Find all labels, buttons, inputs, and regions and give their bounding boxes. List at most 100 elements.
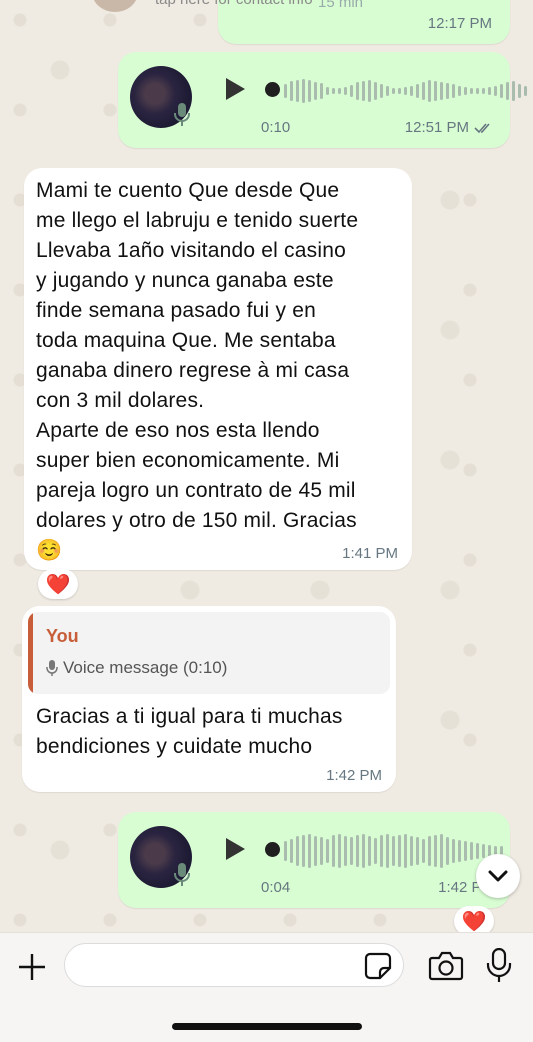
- message-time-status: 12:51 PM: [405, 119, 494, 136]
- waveform-bar: [464, 841, 467, 861]
- waveform-bar: [398, 835, 401, 867]
- waveform-bar: [482, 844, 485, 858]
- waveform-bar: [470, 842, 473, 860]
- message-time: 1:41 PM: [342, 545, 398, 562]
- waveform-bar: [446, 83, 449, 99]
- waveform-bar: [362, 834, 365, 868]
- waveform-bar: [374, 838, 377, 864]
- sticker-icon[interactable]: [364, 952, 392, 980]
- voice-message-bubble[interactable]: 0:04 1:42 PM: [118, 812, 510, 908]
- voice-waveform[interactable]: [284, 70, 527, 112]
- waveform-bar: [296, 836, 299, 866]
- message-composer: [0, 932, 533, 1042]
- waveform-bar: [296, 80, 299, 102]
- microphone-icon: [174, 103, 190, 126]
- incoming-reply-bubble[interactable]: You Voice message (0:10) Gracias a ti ig…: [22, 606, 396, 792]
- microphone-icon[interactable]: [486, 948, 512, 984]
- waveform-bar: [404, 87, 407, 95]
- waveform-bar: [284, 84, 287, 98]
- waveform-bar: [470, 88, 473, 94]
- heart-reaction[interactable]: ❤️: [38, 569, 78, 599]
- waveform-bar: [356, 835, 359, 867]
- waveform-bar: [458, 840, 461, 862]
- waveform-bar: [332, 835, 335, 867]
- waveform-bar: [356, 82, 359, 100]
- plus-icon[interactable]: [16, 951, 48, 983]
- waveform-bar: [500, 84, 503, 98]
- waveform-bar: [416, 837, 419, 865]
- playback-position-dot[interactable]: [265, 842, 280, 857]
- waveform-bar: [344, 87, 347, 95]
- chevron-down-icon: [488, 870, 508, 882]
- waveform-bar: [458, 86, 461, 96]
- waveform-bar: [434, 835, 437, 867]
- waveform-bar: [326, 87, 329, 95]
- waveform-bar: [290, 839, 293, 863]
- voice-message-bubble[interactable]: 0:10 12:51 PM: [118, 52, 527, 148]
- message-time: 12:17 PM: [427, 15, 492, 32]
- camera-icon[interactable]: [428, 950, 464, 982]
- waveform-bar: [338, 834, 341, 868]
- waveform-bar: [416, 84, 419, 98]
- waveform-bar: [428, 80, 431, 102]
- waveform-bar: [422, 839, 425, 863]
- waveform-bar: [398, 88, 401, 94]
- incoming-message-bubble[interactable]: Mami te cuento Que desde Que me llego el…: [24, 168, 412, 570]
- waveform-bar: [422, 82, 425, 100]
- waveform-bar: [524, 86, 527, 96]
- message-time: 12:51 PM: [404, 119, 469, 136]
- waveform-bar: [284, 841, 287, 861]
- quoted-preview-text: Voice message (0:10): [63, 658, 228, 677]
- waveform-bar: [482, 88, 485, 94]
- waveform-bar: [494, 86, 497, 96]
- waveform-bar: [380, 835, 383, 867]
- message-input[interactable]: [64, 943, 404, 987]
- waveform-bar: [368, 80, 371, 102]
- voice-message-duration-partial: 15 min: [318, 0, 364, 11]
- waveform-bar: [440, 834, 443, 868]
- waveform-bar: [446, 837, 449, 865]
- message-time: 1:42 PM: [326, 767, 382, 784]
- play-icon[interactable]: [222, 836, 248, 862]
- waveform-bar: [338, 88, 341, 94]
- waveform-bar: [302, 835, 305, 867]
- waveform-bar: [320, 837, 323, 865]
- home-indicator: [172, 1023, 362, 1030]
- scroll-to-bottom-button[interactable]: [476, 854, 520, 898]
- waveform-bar: [392, 836, 395, 866]
- waveform-bar: [308, 80, 311, 102]
- waveform-bar: [326, 839, 329, 863]
- waveform-bar: [350, 837, 353, 865]
- contact-info-hint[interactable]: tap here for contact info: [155, 0, 313, 8]
- waveform-bar: [380, 84, 383, 98]
- waveform-bar: [344, 836, 347, 866]
- quoted-message[interactable]: You Voice message (0:10): [28, 612, 390, 694]
- waveform-bar: [440, 82, 443, 100]
- waveform-bar: [506, 82, 509, 100]
- waveform-bar: [314, 836, 317, 866]
- voice-waveform[interactable]: [284, 830, 503, 872]
- message-text: Mami te cuento Que desde Que me llego el…: [36, 179, 359, 562]
- play-icon[interactable]: [222, 76, 248, 102]
- waveform-bar: [512, 81, 515, 101]
- waveform-bar: [386, 86, 389, 96]
- waveform-bar: [428, 836, 431, 866]
- waveform-bar: [374, 82, 377, 100]
- playback-position-dot[interactable]: [265, 82, 280, 97]
- waveform-bar: [308, 834, 311, 868]
- waveform-bar: [434, 81, 437, 101]
- waveform-bar: [464, 87, 467, 95]
- waveform-bar: [314, 82, 317, 100]
- waveform-bar: [518, 84, 521, 98]
- waveform-bar: [350, 85, 353, 97]
- waveform-bar: [368, 836, 371, 866]
- voice-message-duration: 0:04: [261, 879, 291, 896]
- waveform-bar: [452, 84, 455, 98]
- waveform-bar: [362, 81, 365, 101]
- waveform-bar: [320, 83, 323, 99]
- voice-message-duration: 0:10: [261, 119, 291, 136]
- microphone-icon: [46, 660, 58, 676]
- microphone-icon: [174, 863, 190, 886]
- quote-accent-bar: [28, 612, 33, 694]
- waveform-bar: [332, 88, 335, 94]
